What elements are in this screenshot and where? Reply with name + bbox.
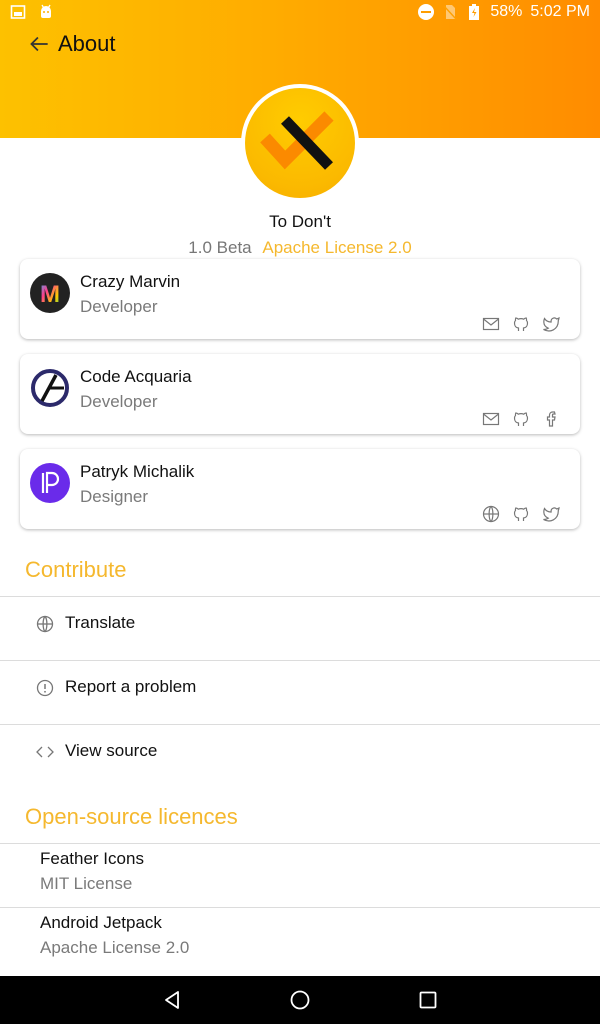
contribute-item-report-problem[interactable]: Report a problem bbox=[0, 661, 600, 724]
licence-type: MIT License bbox=[40, 874, 133, 893]
recents-icon[interactable] bbox=[416, 988, 440, 1012]
contribute-item-translate[interactable]: Translate bbox=[0, 597, 600, 660]
avatar bbox=[30, 368, 70, 408]
app-name: To Don't bbox=[269, 212, 331, 231]
globe-icon[interactable] bbox=[482, 505, 500, 523]
avatar: M bbox=[30, 273, 70, 313]
android-icon bbox=[41, 4, 51, 18]
app-license-link[interactable]: Apache License 2.0 bbox=[262, 238, 411, 257]
clock: 5:02 PM bbox=[530, 3, 590, 20]
section-title-contribute: Contribute bbox=[25, 557, 127, 582]
facebook-icon[interactable] bbox=[542, 410, 560, 428]
contribute-label: View source bbox=[65, 741, 158, 760]
github-icon[interactable] bbox=[512, 505, 530, 523]
svg-text:M: M bbox=[40, 281, 60, 308]
contribute-label: Translate bbox=[65, 613, 136, 632]
person-card: Code Acquaria Developer bbox=[20, 354, 580, 434]
person-role: Developer bbox=[80, 297, 158, 316]
twitter-icon[interactable] bbox=[542, 315, 560, 333]
person-role: Developer bbox=[80, 392, 158, 411]
code-icon bbox=[36, 746, 54, 758]
app-bar: About bbox=[0, 26, 600, 66]
image-icon bbox=[10, 5, 26, 19]
contribute-item-view-source[interactable]: View source bbox=[0, 725, 600, 788]
app-version: 1.0 Beta bbox=[188, 238, 252, 257]
person-role: Designer bbox=[80, 487, 149, 506]
home-icon[interactable] bbox=[288, 988, 312, 1012]
version-row: 1.0 Beta Apache License 2.0 bbox=[0, 238, 600, 258]
section-title-licences: Open-source licences bbox=[25, 804, 238, 829]
status-bar: 58% 5:02 PM bbox=[0, 0, 600, 26]
person-name: Patryk Michalik bbox=[80, 462, 195, 481]
app-logo bbox=[241, 84, 359, 202]
licence-type: Apache License 2.0 bbox=[40, 938, 190, 957]
person-card: Patryk Michalik Designer bbox=[20, 449, 580, 529]
person-name: Code Acquaria bbox=[80, 367, 192, 386]
todont-logo-icon bbox=[260, 111, 334, 170]
arrow-left-icon[interactable] bbox=[26, 31, 52, 57]
battery-charging-icon bbox=[469, 4, 480, 20]
alert-circle-icon bbox=[36, 679, 54, 697]
globe-icon bbox=[36, 615, 54, 633]
battery-level: 58% bbox=[490, 3, 523, 20]
github-icon[interactable] bbox=[512, 410, 530, 428]
page-title: About bbox=[58, 31, 116, 56]
mail-icon[interactable] bbox=[482, 315, 500, 333]
contribute-label: Report a problem bbox=[65, 677, 197, 696]
mail-icon[interactable] bbox=[482, 410, 500, 428]
avatar bbox=[30, 463, 70, 503]
licence-item[interactable]: Feather Icons MIT License bbox=[0, 844, 600, 907]
system-nav-bar bbox=[0, 976, 600, 1024]
no-sim-icon bbox=[443, 5, 457, 20]
licence-name: Feather Icons bbox=[40, 849, 144, 868]
person-name: Crazy Marvin bbox=[80, 272, 181, 291]
github-icon[interactable] bbox=[512, 315, 530, 333]
do-not-disturb-icon bbox=[418, 4, 435, 20]
person-card: M Crazy Marvin Developer bbox=[20, 259, 580, 339]
back-icon[interactable] bbox=[161, 988, 185, 1012]
twitter-icon[interactable] bbox=[542, 505, 560, 523]
licence-name: Android Jetpack bbox=[40, 913, 162, 932]
licence-item[interactable]: Android Jetpack Apache License 2.0 bbox=[0, 908, 600, 971]
